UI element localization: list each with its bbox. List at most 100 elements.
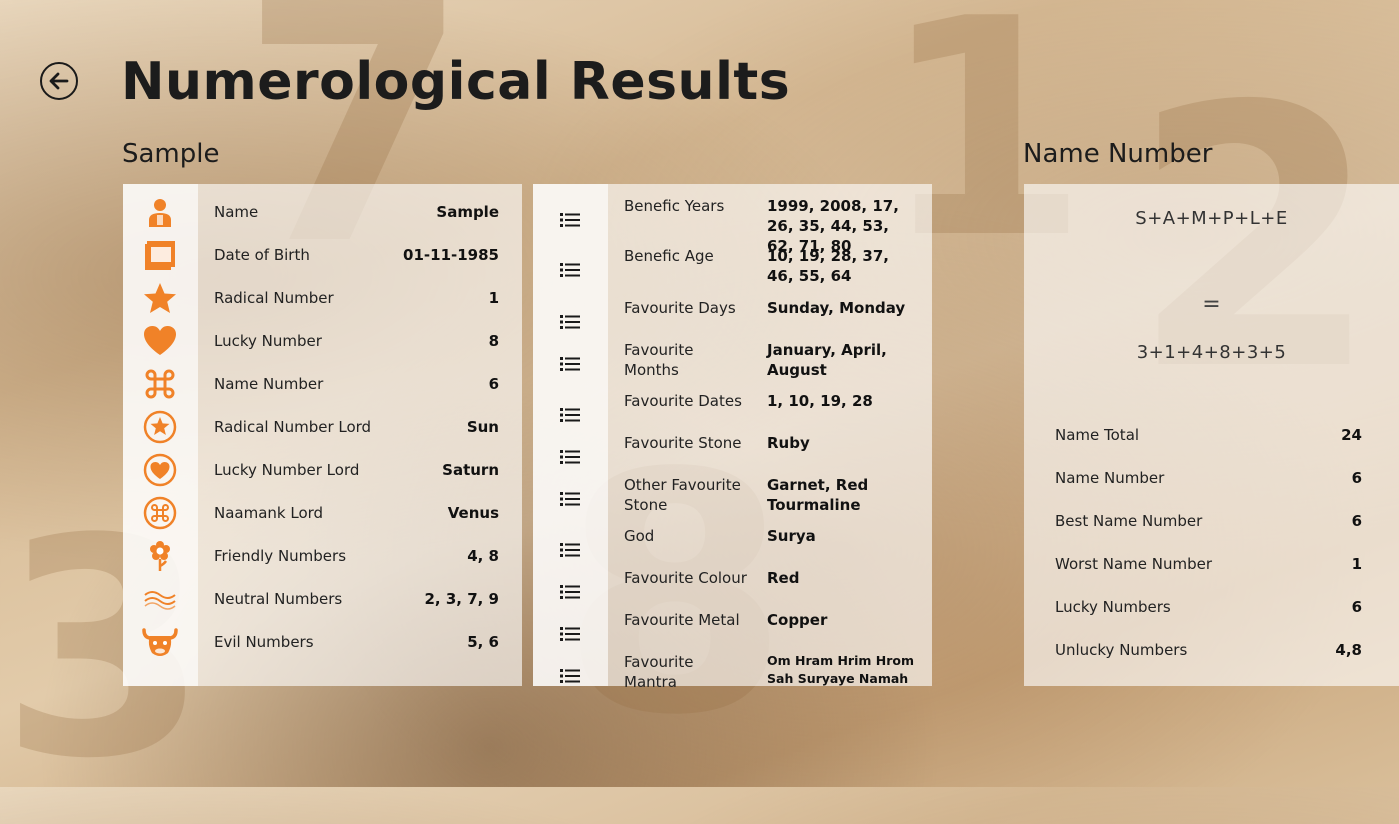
row-label: Other Favourite Stone — [624, 476, 741, 514]
row-label: Date of Birth — [214, 246, 310, 264]
row-label: Name Number — [214, 375, 324, 393]
list-icon — [552, 532, 588, 568]
arrow-left-icon — [49, 72, 69, 90]
back-button[interactable] — [40, 62, 78, 100]
row-label: Friendly Numbers — [214, 547, 347, 565]
row-label: Worst Name Number — [1055, 555, 1213, 573]
row-value: 1, 10, 19, 28 — [767, 392, 873, 410]
sample-row: Radical Number Lord Sun — [123, 408, 522, 446]
list-icon — [552, 658, 588, 694]
page-title: Numerological Results — [121, 52, 791, 112]
row-value: 6 — [1351, 469, 1362, 487]
row-value: 5, 6 — [467, 633, 499, 651]
detail-row: Favourite Mantra Om Hram Hrim Hrom Sah Su… — [533, 652, 932, 696]
sample-panel: Name Sample Date of Birth 01-11-1985 Radical… — [123, 184, 522, 686]
row-label: Naamank Lord — [214, 504, 324, 522]
row-value: Venus — [447, 504, 499, 522]
row-label: Name Number — [1055, 469, 1165, 487]
row-value: 6 — [1351, 512, 1362, 530]
name-number-row: Name Total 24 — [1024, 426, 1399, 450]
list-icon — [552, 397, 588, 433]
row-label: Radical Number Lord — [214, 418, 372, 436]
row-label: Best Name Number — [1055, 512, 1203, 530]
list-icon — [552, 616, 588, 652]
row-label: Lucky Numbers — [1055, 598, 1171, 616]
row-label: Radical Number — [214, 289, 334, 307]
list-icon — [552, 439, 588, 475]
row-value: Garnet, Red Tourmaline — [767, 476, 869, 514]
row-label: Favourite Dates — [624, 392, 742, 410]
star-circle-icon — [142, 409, 178, 445]
row-value: Om Hram Hrim Hrom Sah Suryaye Namah — [767, 653, 914, 686]
row-value: 1 — [1351, 555, 1362, 573]
row-value: Copper — [767, 611, 828, 629]
sample-row: Neutral Numbers 2, 3, 7, 9 — [123, 580, 522, 618]
row-value: Saturn — [442, 461, 499, 479]
row-value: 6 — [1351, 598, 1362, 616]
row-label: Neutral Numbers — [214, 590, 343, 608]
row-value: Red — [767, 569, 800, 587]
name-number-panel: S+A+M+P+L+E = 3+1+4+8+3+5 Name Total 24 Na… — [1024, 184, 1399, 686]
row-value: 2, 3, 7, 9 — [424, 590, 499, 608]
list-icon — [552, 574, 588, 610]
sample-row: Evil Numbers 5, 6 — [123, 623, 522, 661]
row-value: 8 — [488, 332, 499, 350]
name-number-row: Lucky Numbers 6 — [1024, 598, 1399, 622]
sample-row: Naamank Lord Venus — [123, 494, 522, 532]
name-number-row: Unlucky Numbers 4,8 — [1024, 641, 1399, 665]
row-label: Favourite Mantra — [624, 653, 694, 691]
row-value: 10, 19, 28, 37, 46, 55, 64 — [767, 247, 889, 285]
row-label: Name — [214, 203, 259, 221]
row-label: Benefic Years — [624, 197, 725, 215]
row-value: 4, 8 — [467, 547, 499, 565]
detail-row: Benefic Age 10, 19, 28, 37, 46, 55, 64 — [533, 246, 932, 290]
row-label: Favourite Days — [624, 299, 736, 317]
row-value: Sunday, Monday — [767, 299, 906, 317]
sample-row: Name Sample — [123, 193, 522, 231]
sample-row: Friendly Numbers 4, 8 — [123, 537, 522, 575]
detail-row: Favourite Months January, April, August — [533, 340, 932, 384]
name-number-section-title: Name Number — [1023, 139, 1213, 169]
list-icon — [552, 304, 588, 340]
command-circle-icon — [142, 495, 178, 531]
row-value: Sun — [466, 418, 499, 436]
row-value: 01-11-1985 — [403, 246, 499, 264]
row-label: Favourite Colour — [624, 569, 747, 587]
row-label: Favourite Months — [624, 341, 694, 379]
command-icon — [142, 366, 178, 402]
row-value: 4,8 — [1335, 641, 1362, 659]
details-panel: Benefic Years 1999, 2008, 17, 26, 35, 44,… — [533, 184, 932, 691]
row-value: 1 — [488, 289, 499, 307]
sample-row: Lucky Number 8 — [123, 322, 522, 360]
row-label: Favourite Metal — [624, 611, 740, 629]
detail-row: Favourite Colour Red — [533, 568, 932, 612]
sample-row: Date of Birth 01-11-1985 — [123, 236, 522, 274]
list-icon — [552, 346, 588, 382]
waves-icon — [142, 581, 178, 617]
detail-row: God Surya — [533, 526, 932, 570]
equals-sign: = — [1202, 292, 1221, 317]
list-icon — [552, 202, 588, 238]
detail-row: Other Favourite Stone Garnet, Red Tourmal… — [533, 475, 932, 519]
row-label: Lucky Number — [214, 332, 322, 350]
row-label: Benefic Age — [624, 247, 714, 265]
row-value: Ruby — [767, 434, 810, 452]
row-label: Name Total — [1055, 426, 1140, 444]
row-value: Surya — [767, 527, 816, 545]
name-number-row: Name Number 6 — [1024, 469, 1399, 493]
sample-row: Name Number 6 — [123, 365, 522, 403]
sample-row: Radical Number 1 — [123, 279, 522, 317]
person-icon — [142, 194, 178, 230]
detail-row: Favourite Stone Ruby — [533, 433, 932, 477]
bull-icon — [142, 624, 178, 660]
list-icon — [552, 481, 588, 517]
detail-row: Favourite Dates 1, 10, 19, 28 — [533, 391, 932, 435]
row-label: Lucky Number Lord — [214, 461, 360, 479]
row-value: January, April, August — [767, 341, 887, 379]
row-value: 6 — [488, 375, 499, 393]
detail-row: Benefic Years 1999, 2008, 17, 26, 35, 44,… — [533, 196, 932, 255]
heart-circle-icon — [142, 452, 178, 488]
name-letters: S+A+M+P+L+E — [1135, 208, 1288, 229]
name-digits: 3+1+4+8+3+5 — [1136, 342, 1287, 363]
flower-icon — [142, 538, 178, 574]
